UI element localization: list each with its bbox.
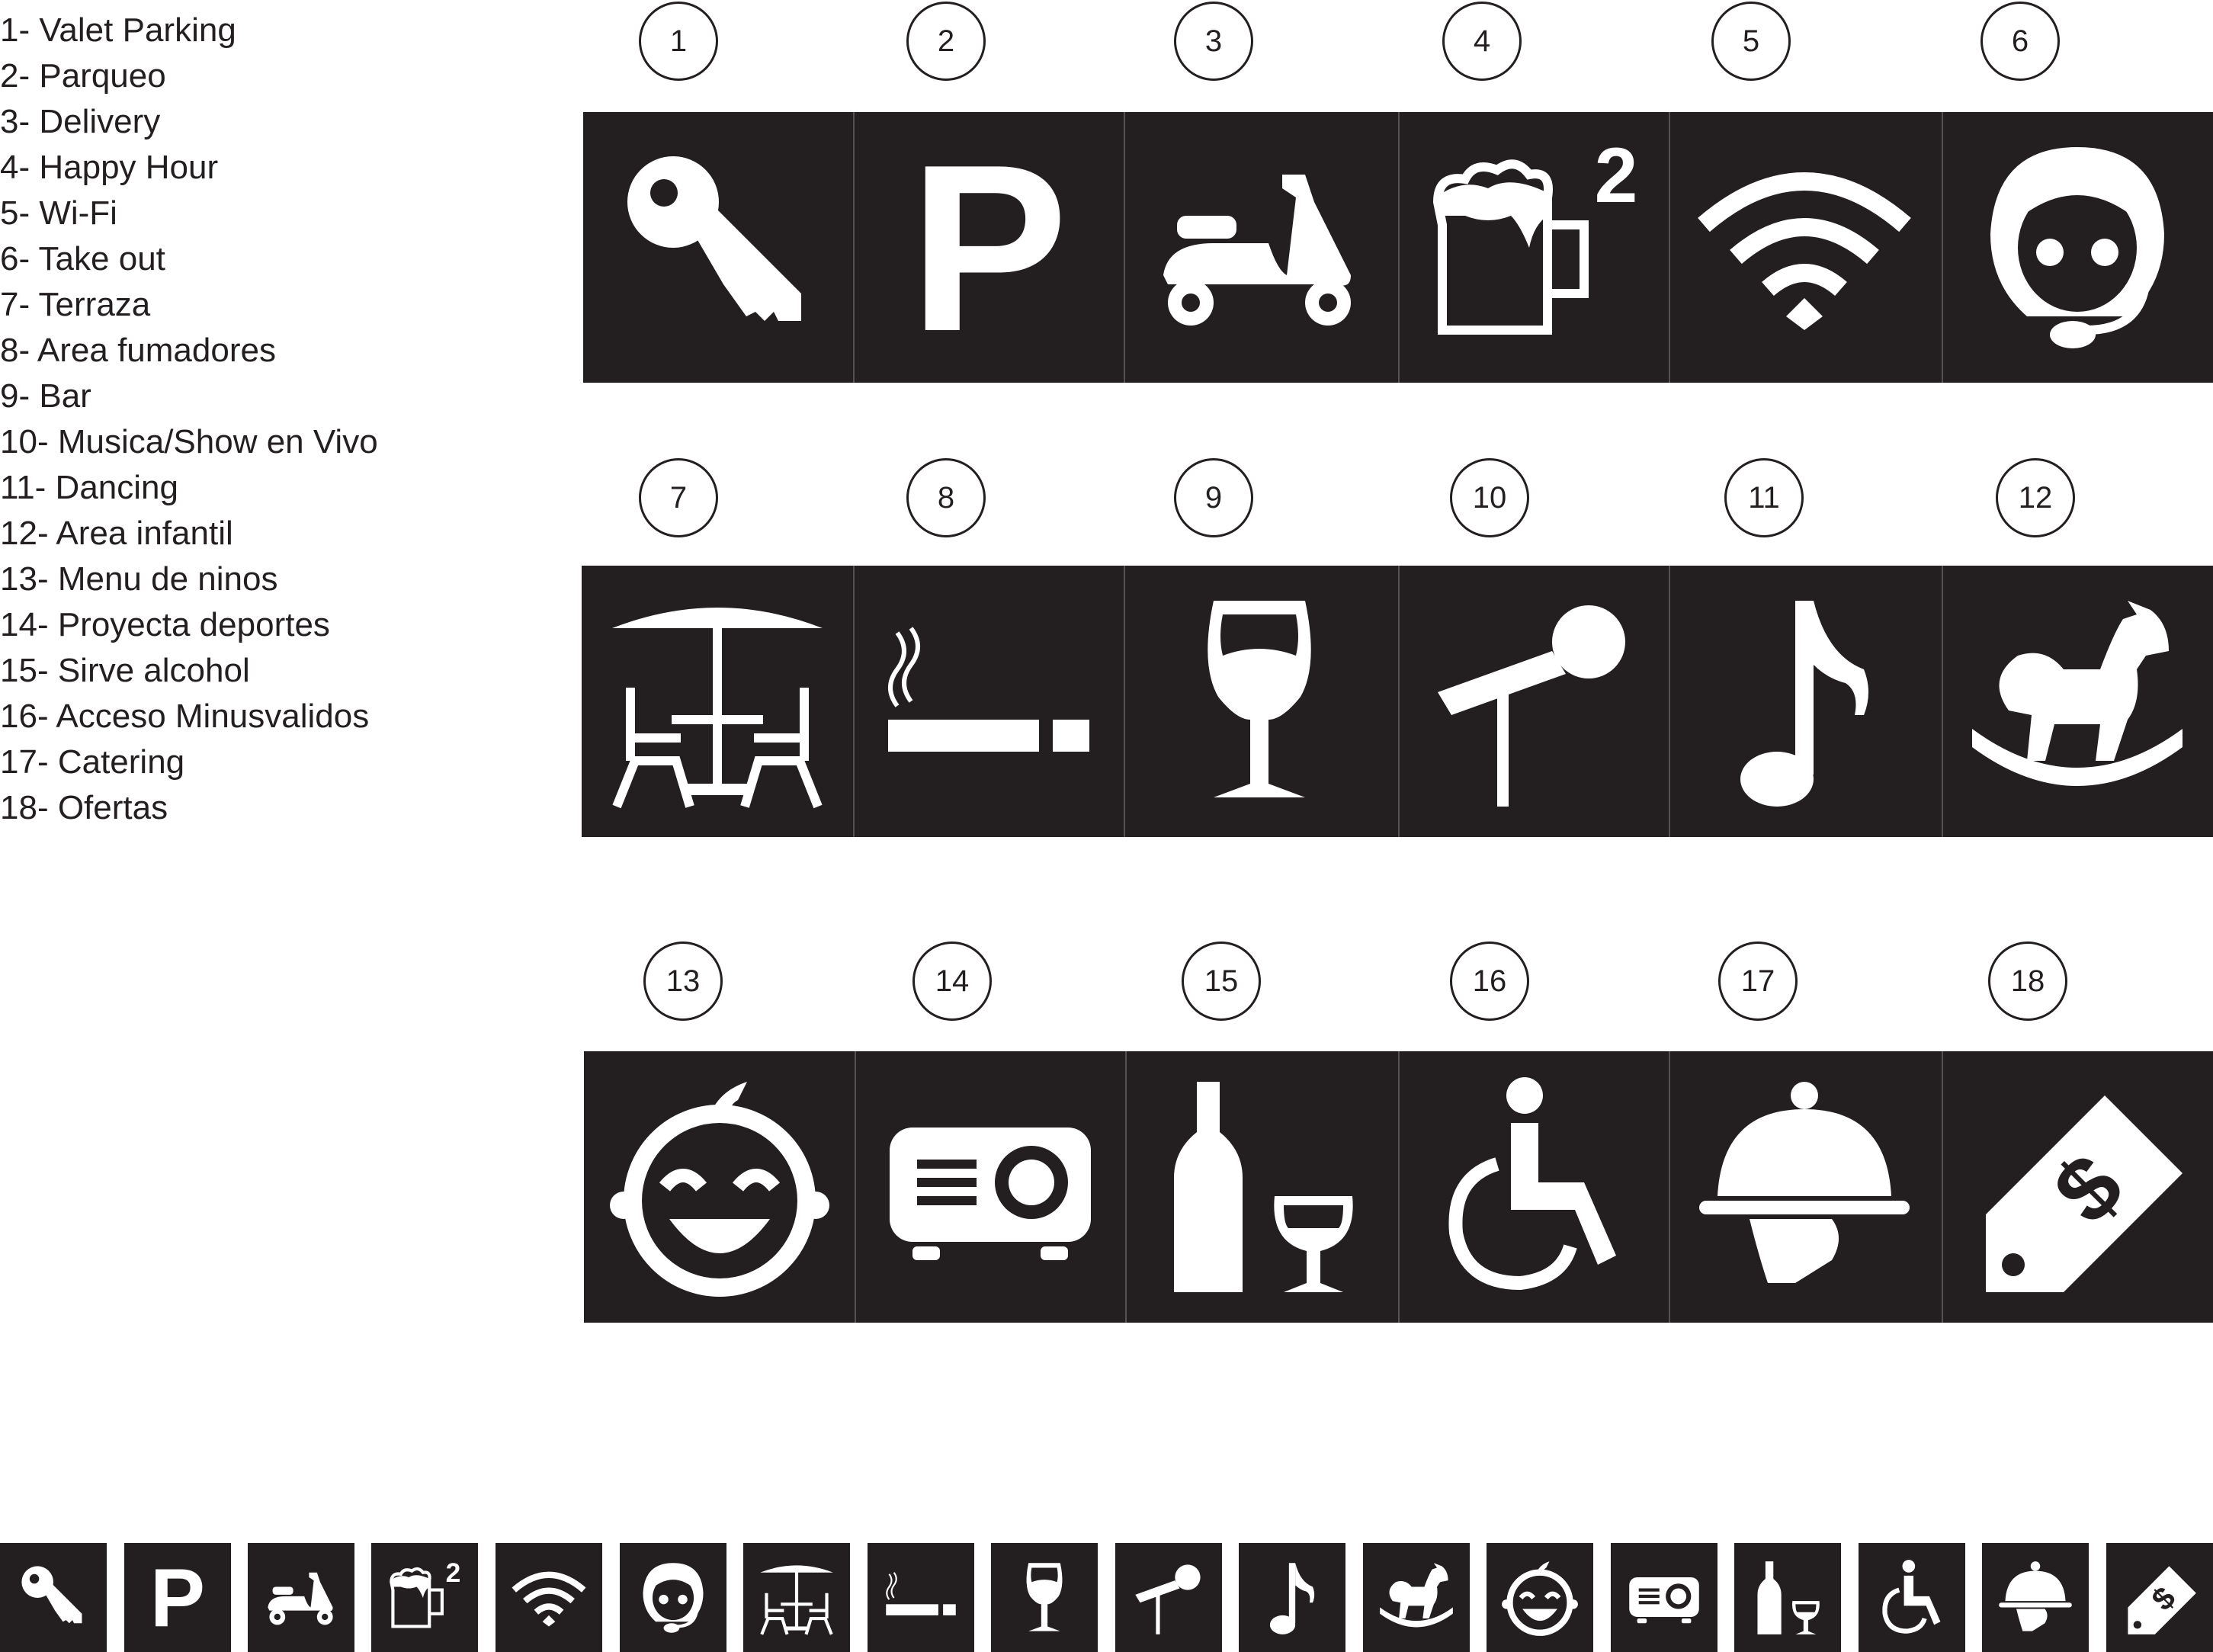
tile-divider bbox=[1669, 566, 1670, 837]
icon-row-2 bbox=[582, 566, 2213, 837]
tile-divider bbox=[1669, 1051, 1670, 1323]
price-tag-icon bbox=[1942, 1051, 2213, 1323]
icon-number-badge: 13 bbox=[643, 941, 723, 1021]
tile-divider bbox=[1398, 566, 1400, 837]
key-icon bbox=[583, 112, 855, 383]
legend-item: 14- Proyecta deportes bbox=[0, 606, 330, 643]
cloche-icon bbox=[1669, 1051, 1940, 1323]
scooter-icon bbox=[1124, 112, 1395, 383]
icon-number-badge: 18 bbox=[1988, 941, 2067, 1021]
small-terrace-icon bbox=[743, 1543, 850, 1652]
small-rocking-horse-icon bbox=[1363, 1543, 1470, 1652]
small-scooter-icon bbox=[248, 1543, 354, 1652]
icon-number-badge: 14 bbox=[912, 941, 992, 1021]
tile-divider bbox=[855, 1051, 856, 1323]
tile-divider bbox=[1942, 112, 1943, 383]
legend-item: 3- Delivery bbox=[0, 103, 161, 140]
small-parking-icon bbox=[124, 1543, 231, 1652]
wine-bottle-icon bbox=[1125, 1051, 1397, 1323]
legend-item: 17- Catering bbox=[0, 743, 185, 781]
legend-item: 16- Acceso Minusvalidos bbox=[0, 698, 370, 735]
small-wine-bottle-icon bbox=[1734, 1543, 1841, 1652]
tile-divider bbox=[1942, 566, 1943, 837]
projector-icon bbox=[855, 1051, 1126, 1323]
beer-mug-icon bbox=[1398, 112, 1669, 383]
icon-number-badge: 8 bbox=[906, 458, 986, 537]
icon-number-badge: 11 bbox=[1724, 458, 1804, 537]
legend-item: 2- Parqueo bbox=[0, 57, 166, 95]
icon-number-badge: 9 bbox=[1174, 458, 1253, 537]
legend-item: 8- Area fumadores bbox=[0, 332, 276, 369]
icon-number-badge: 7 bbox=[639, 458, 718, 537]
icon-number-badge: 15 bbox=[1182, 941, 1261, 1021]
tile-divider bbox=[1398, 112, 1400, 383]
microphone-icon bbox=[1398, 566, 1669, 837]
legend-item: 18- Ofertas bbox=[0, 789, 168, 826]
cigarette-icon bbox=[853, 566, 1124, 837]
small-music-note-icon bbox=[1239, 1543, 1345, 1652]
small-price-tag-icon bbox=[2106, 1543, 2213, 1652]
tile-divider bbox=[853, 112, 855, 383]
legend-item: 9- Bar bbox=[0, 377, 91, 415]
icon-number-badge: 12 bbox=[1996, 458, 2075, 537]
small-wine-glass-icon bbox=[991, 1543, 1098, 1652]
baby-face-icon bbox=[584, 1051, 855, 1323]
tile-divider bbox=[1942, 1051, 1943, 1323]
icon-number-badge: 2 bbox=[906, 2, 986, 81]
legend-list: 1- Valet Parking 2- Parqueo 3- Delivery 4- … bbox=[0, 8, 378, 831]
music-note-icon bbox=[1669, 566, 1940, 837]
icon-number-badge: 1 bbox=[639, 2, 718, 81]
wine-glass-icon bbox=[1124, 566, 1395, 837]
small-cigarette-icon bbox=[868, 1543, 974, 1652]
icon-number-badge: 3 bbox=[1174, 2, 1253, 81]
small-projector-icon bbox=[1611, 1543, 1717, 1652]
parking-icon bbox=[853, 112, 1124, 383]
icon-row-3 bbox=[584, 1051, 2213, 1323]
icon-number-badge: 4 bbox=[1442, 2, 1522, 81]
icon-number-badge: 10 bbox=[1450, 458, 1529, 537]
legend-item: 4- Happy Hour bbox=[0, 149, 219, 186]
legend-item: 13- Menu de ninos bbox=[0, 560, 278, 598]
rocking-horse-icon bbox=[1942, 566, 2213, 837]
legend-item: 6- Take out bbox=[0, 240, 165, 277]
tile-divider bbox=[853, 566, 855, 837]
icon-number-badge: 5 bbox=[1711, 2, 1791, 81]
small-wifi-icon bbox=[496, 1543, 602, 1652]
wheelchair-icon bbox=[1398, 1051, 1669, 1323]
legend-item: 7- Terraza bbox=[0, 286, 151, 323]
terrace-icon bbox=[582, 566, 853, 837]
legend-item: 10- Musica/Show en Vivo bbox=[0, 423, 378, 460]
legend-item: 12- Area infantil bbox=[0, 515, 233, 552]
headset-icon bbox=[1942, 112, 2213, 383]
small-key-icon bbox=[0, 1543, 107, 1652]
tile-divider bbox=[1398, 1051, 1400, 1323]
small-microphone-icon bbox=[1115, 1543, 1222, 1652]
icon-number-badge: 16 bbox=[1450, 941, 1529, 1021]
tile-divider bbox=[1125, 1051, 1127, 1323]
legend-item: 5- Wi-Fi bbox=[0, 194, 117, 232]
legend-item: 11- Dancing bbox=[0, 469, 178, 506]
tile-divider bbox=[1124, 112, 1125, 383]
tile-divider bbox=[1669, 112, 1670, 383]
small-beer-mug-icon bbox=[371, 1543, 478, 1652]
small-wheelchair-icon bbox=[1859, 1543, 1965, 1652]
tile-divider bbox=[1124, 566, 1125, 837]
legend-item: 15- Sirve alcohol bbox=[0, 652, 250, 689]
small-headset-icon bbox=[620, 1543, 726, 1652]
small-baby-face-icon bbox=[1487, 1543, 1593, 1652]
small-cloche-icon bbox=[1982, 1543, 2089, 1652]
icon-number-badge: 6 bbox=[1980, 2, 2060, 81]
icon-row-1 bbox=[583, 112, 2213, 383]
wifi-icon bbox=[1669, 112, 1940, 383]
legend-item: 1- Valet Parking bbox=[0, 11, 236, 49]
icon-number-badge: 17 bbox=[1718, 941, 1798, 1021]
